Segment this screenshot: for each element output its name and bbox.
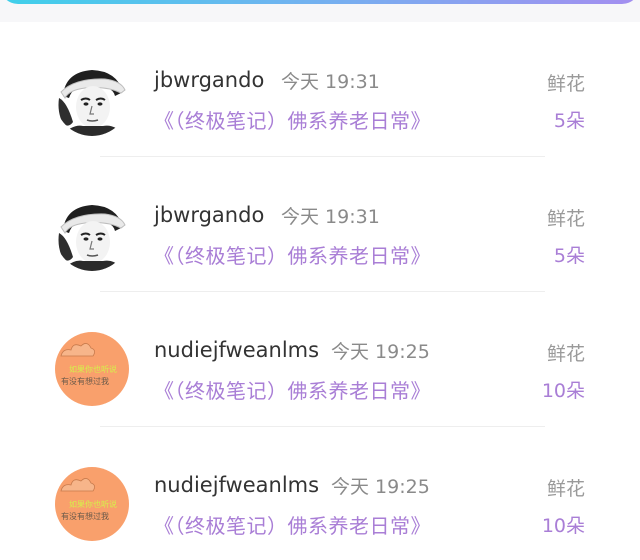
avatar-text-line-2: 有没有想过我 xyxy=(61,376,109,386)
gift-type-label: 鲜花 xyxy=(546,343,585,365)
orange-text-avatar-icon: 如果你也听说 有没有想过我 xyxy=(55,332,129,406)
username[interactable]: jbwrgando xyxy=(154,68,264,92)
gift-time: 今天 19:31 xyxy=(281,71,380,93)
gift-count: 10朵 xyxy=(541,515,585,537)
avatar-text-line-1: 如果你也听说 xyxy=(69,499,117,509)
portrait-photo-avatar-icon xyxy=(55,197,129,271)
user-avatar[interactable]: 如果你也听说 有没有想过我 xyxy=(55,467,129,541)
gift-records-screen: jbwrgando 今天 19:31 《（终极笔记）佛系养老日常》 鲜花 5朵 xyxy=(0,0,640,560)
book-title-link[interactable]: 《（终极笔记）佛系养老日常》 xyxy=(154,375,431,404)
gift-time: 今天 19:25 xyxy=(331,341,430,363)
book-title-link[interactable]: 《（终极笔记）佛系养老日常》 xyxy=(154,510,431,539)
user-avatar[interactable] xyxy=(55,197,129,271)
gift-count: 10朵 xyxy=(541,380,585,402)
book-title-link[interactable]: 《（终极笔记）佛系养老日常》 xyxy=(154,240,431,269)
avatar-text-line-1: 如果你也听说 xyxy=(69,364,117,374)
username[interactable]: nudiejfweanlms xyxy=(154,338,319,362)
portrait-photo-avatar-icon xyxy=(55,62,129,136)
book-title-link[interactable]: 《（终极笔记）佛系养老日常》 xyxy=(154,105,431,134)
user-avatar[interactable]: 如果你也听说 有没有想过我 xyxy=(55,332,129,406)
avatar-text-line-2: 有没有想过我 xyxy=(61,511,109,521)
orange-text-avatar-icon: 如果你也听说 有没有想过我 xyxy=(55,467,129,541)
gift-record-row[interactable]: 如果你也听说 有没有想过我 nudiejfweanlms 今天 19:25 《（… xyxy=(0,292,640,427)
gift-type-label: 鲜花 xyxy=(546,208,585,230)
gift-record-row[interactable]: jbwrgando 今天 19:31 《（终极笔记）佛系养老日常》 鲜花 5朵 xyxy=(0,157,640,292)
gift-record-row[interactable]: jbwrgando 今天 19:31 《（终极笔记）佛系养老日常》 鲜花 5朵 xyxy=(0,22,640,157)
top-gradient-banner xyxy=(0,0,640,4)
user-avatar[interactable] xyxy=(55,62,129,136)
gift-count: 5朵 xyxy=(553,245,585,267)
gift-time: 今天 19:31 xyxy=(281,206,380,228)
gift-record-row[interactable]: 如果你也听说 有没有想过我 nudiejfweanlms 今天 19:25 《（… xyxy=(0,427,640,560)
top-header-area xyxy=(0,0,640,22)
gift-count: 5朵 xyxy=(553,110,585,132)
gift-type-label: 鲜花 xyxy=(546,73,585,95)
username[interactable]: nudiejfweanlms xyxy=(154,473,319,497)
gift-record-list: jbwrgando 今天 19:31 《（终极笔记）佛系养老日常》 鲜花 5朵 xyxy=(0,22,640,560)
gift-type-label: 鲜花 xyxy=(546,478,585,500)
username[interactable]: jbwrgando xyxy=(154,203,264,227)
gift-time: 今天 19:25 xyxy=(331,476,430,498)
